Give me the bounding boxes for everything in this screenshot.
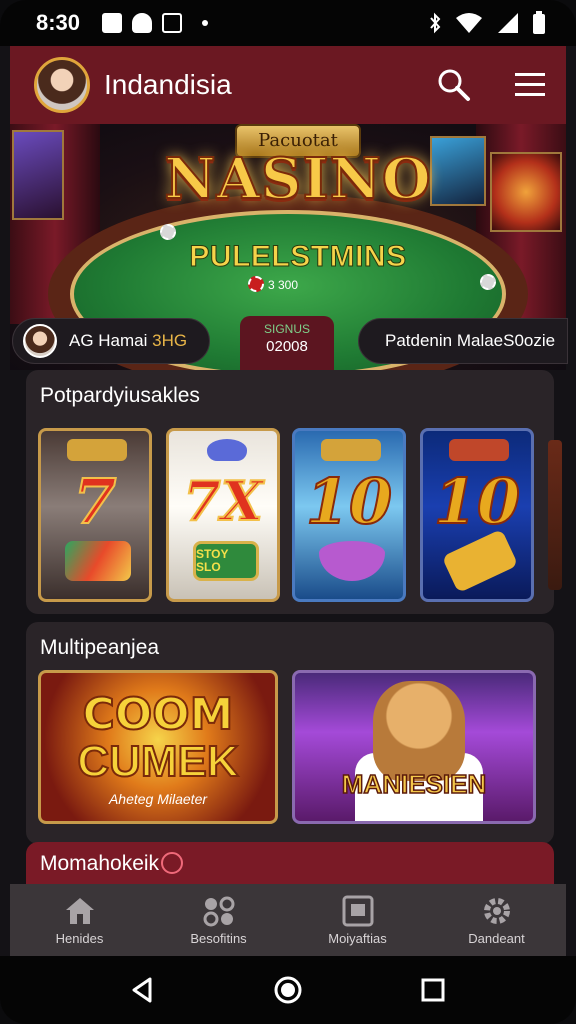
gear-icon (483, 897, 510, 924)
status-right-icons (428, 11, 546, 35)
slot-cross-icon (441, 528, 519, 594)
user-avatar[interactable] (34, 57, 90, 113)
section-title: Potpardyiusakles (40, 384, 200, 407)
game-list: COOM CUMEK Aheteg Milaeter MANIESIEN ALE… (38, 670, 538, 826)
system-nav-bar (0, 956, 576, 1024)
slot-symbol-icon (67, 439, 127, 461)
screen-icon (342, 895, 373, 926)
search-button[interactable] (436, 67, 472, 103)
bluetooth-icon (430, 12, 441, 34)
game-subtitle: ALESESOT (384, 801, 444, 813)
hero-screen-left (12, 130, 64, 220)
slot-bowl-icon (319, 541, 385, 581)
slot-value: 10 (305, 464, 393, 539)
player-amount: 3HG (152, 331, 188, 350)
phone-screen: 8:30 Indandisia Pacuotat NASINO PULELSTM… (0, 0, 576, 1024)
hero-screen-right-2 (490, 152, 562, 232)
home-button-icon[interactable] (273, 975, 303, 1005)
chip-icon (480, 274, 496, 290)
status-bar: 8:30 (0, 0, 576, 46)
wifi-icon (456, 13, 482, 33)
nav-item-home[interactable]: Henides (20, 895, 140, 946)
nav-item-my-activities[interactable]: Moiyaftias (298, 895, 418, 946)
jackpot-badge: SIGNUS 02008 (240, 316, 334, 370)
slot-cards-icon (65, 541, 131, 581)
nav-label: Dandeant (468, 930, 525, 946)
jackpot-badge-value: 02008 (266, 338, 308, 355)
appbar-actions (436, 67, 548, 103)
slot-value: 10 (433, 464, 521, 539)
section-title: Momahokeik (40, 852, 184, 876)
more-notifications-icon (202, 20, 209, 26)
nav-label: Henides (55, 930, 104, 946)
section-title-text: Momahokeik (40, 852, 160, 875)
game-title-line1: COOM (82, 688, 235, 741)
promo-pill-label: Patdenin MalaeS0ozie (385, 331, 556, 350)
menu-icon (515, 73, 545, 96)
slot-badge: STOY SLO (193, 541, 259, 581)
home-icon (65, 897, 94, 924)
player-info: AG Hamai 3HG (69, 331, 187, 351)
game-title: MANIESIEN (341, 768, 487, 800)
search-icon (438, 69, 470, 101)
chip-icon (160, 224, 176, 240)
nav-label: Besofitins (190, 930, 247, 946)
battery-icon (533, 11, 545, 34)
slot-tile[interactable]: 10 (292, 428, 406, 602)
signal-icon (498, 13, 518, 33)
game-subtitle: Aheteg Milaeter (108, 791, 208, 807)
hero-chip-amount: 3 300 (268, 278, 299, 292)
slots-section: Potpardyiusakles 7 7X STOY SLO 10 10 (26, 370, 562, 614)
slot-list: 7 7X STOY SLO 10 10 (38, 428, 558, 604)
notification-icons (102, 13, 209, 33)
circle-icon (161, 852, 184, 874)
promo-pill[interactable]: Patdenin MalaeS0ozie (358, 318, 568, 364)
fox-mascot-icon (373, 681, 465, 781)
location-notification-icon (132, 13, 153, 33)
hero-screen-right-1 (430, 136, 486, 206)
back-icon[interactable] (128, 975, 158, 1005)
chip-icon (248, 276, 264, 292)
player-name: AG Hamai (69, 331, 148, 350)
slot-tile[interactable]: 10 (420, 428, 534, 602)
slot-bowl-icon (207, 439, 247, 461)
slot-tile[interactable]: 7 (38, 428, 152, 602)
app-bar: Indandisia (10, 46, 566, 124)
slot-value: 7X (182, 468, 263, 534)
calendar-notification-icon (162, 13, 183, 33)
game-card[interactable]: COOM CUMEK Aheteg Milaeter (38, 670, 278, 824)
menu-button[interactable] (512, 67, 548, 103)
slot-value: 7 (72, 464, 117, 539)
player-pill[interactable]: AG Hamai 3HG (12, 318, 210, 364)
slot-badge-text: STOY SLO (196, 547, 229, 574)
game-card[interactable]: MANIESIEN ALESESOT (292, 670, 536, 824)
hero-subtitle: PULELSTMINS (189, 240, 407, 274)
slot-tile[interactable]: 7X STOY SLO (166, 428, 280, 602)
section-title: Multipeanjea (40, 636, 160, 659)
nav-item-settings[interactable]: Dandeant (437, 895, 557, 946)
slot-hammer-icon (321, 439, 381, 461)
bottom-nav: Henides Besofitins Moiyaftias Dandeant (10, 884, 566, 956)
multiplayer-section: Multipeanjea COOM CUMEK Aheteg Milaeter … (26, 622, 554, 844)
more-section: Momahokeik (26, 842, 554, 886)
game-title-line2: CUMEK (76, 736, 239, 787)
nav-item-benefits[interactable]: Besofitins (159, 895, 279, 946)
recents-icon[interactable] (418, 975, 448, 1005)
status-time: 8:30 (36, 10, 81, 35)
player-avatar (23, 324, 57, 358)
app-title: Indandisia (104, 69, 232, 100)
hero-title: NASINO (163, 145, 432, 213)
jackpot-badge-label: SIGNUS (263, 322, 310, 336)
slot-knife-icon (449, 439, 509, 461)
next-slot-peek[interactable] (548, 440, 562, 590)
photo-notification-icon (102, 13, 123, 33)
nav-label: Moiyaftias (328, 930, 387, 946)
grid-icon (203, 896, 234, 926)
